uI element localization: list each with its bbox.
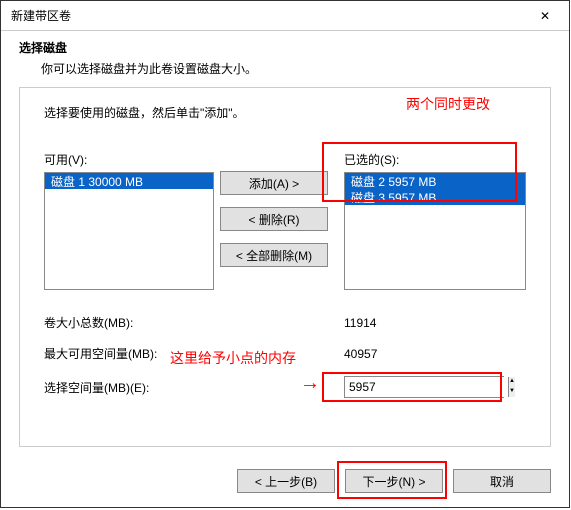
available-listbox[interactable]: 磁盘 1 30000 MB [44, 172, 214, 290]
titlebar: 新建带区卷 ✕ [1, 1, 569, 31]
available-label: 可用(V): [44, 151, 214, 168]
cancel-button[interactable]: 取消 [453, 469, 551, 493]
total-size-label: 卷大小总数(MB): [44, 314, 344, 331]
remove-button[interactable]: < 删除(R) [220, 207, 328, 231]
wizard-window: 新建带区卷 ✕ 选择磁盘 你可以选择磁盘并为此卷设置磁盘大小。 选择要使用的磁盘… [0, 0, 570, 508]
max-size-value: 40957 [344, 347, 504, 361]
spinner-down-icon[interactable]: ▼ [509, 387, 515, 397]
header-subtitle: 你可以选择磁盘并为此卷设置磁盘大小。 [19, 60, 551, 77]
list-item[interactable]: 磁盘 1 30000 MB [45, 173, 213, 189]
total-size-value: 11914 [344, 316, 504, 330]
header-title: 选择磁盘 [19, 39, 551, 56]
next-button[interactable]: 下一步(N) > [345, 469, 443, 493]
transfer-buttons: 添加(A) > < 删除(R) < 全部删除(M) [214, 151, 334, 290]
available-column: 可用(V): 磁盘 1 30000 MB [44, 151, 214, 290]
list-item[interactable]: 磁盘 2 5957 MB [345, 173, 525, 189]
select-size-input[interactable] [345, 377, 508, 397]
select-size-row: 选择空间量(MB)(E): ▲ ▼ [44, 376, 526, 398]
spinner-buttons: ▲ ▼ [508, 377, 515, 397]
annotation-top: 两个同时更改 [406, 94, 490, 114]
window-title: 新建带区卷 [11, 7, 523, 24]
content-panel: 选择要使用的磁盘，然后单击"添加"。 两个同时更改 可用(V): 磁盘 1 30… [19, 87, 551, 447]
close-icon: ✕ [540, 9, 550, 23]
selected-column: 已选的(S): 磁盘 2 5957 MB 磁盘 3 5957 MB [344, 151, 526, 290]
disk-columns: 可用(V): 磁盘 1 30000 MB 添加(A) > < 删除(R) < 全… [44, 151, 526, 290]
remove-all-button[interactable]: < 全部删除(M) [220, 243, 328, 267]
add-button[interactable]: 添加(A) > [220, 171, 328, 195]
select-size-label: 选择空间量(MB)(E): [44, 379, 344, 396]
spinner-up-icon[interactable]: ▲ [509, 377, 515, 387]
selected-listbox[interactable]: 磁盘 2 5957 MB 磁盘 3 5957 MB [344, 172, 526, 290]
list-item[interactable]: 磁盘 3 5957 MB [345, 189, 525, 205]
annotation-mid: 这里给予小点的内存 [170, 348, 296, 368]
selected-label: 已选的(S): [344, 151, 526, 168]
arrow-icon: → [300, 372, 320, 395]
close-button[interactable]: ✕ [523, 2, 567, 30]
header: 选择磁盘 你可以选择磁盘并为此卷设置磁盘大小。 [1, 31, 569, 87]
select-size-spinner[interactable]: ▲ ▼ [344, 376, 504, 398]
total-size-row: 卷大小总数(MB): 11914 [44, 314, 526, 331]
back-button[interactable]: < 上一步(B) [237, 469, 335, 493]
footer-buttons: < 上一步(B) 下一步(N) > 取消 [237, 469, 551, 493]
